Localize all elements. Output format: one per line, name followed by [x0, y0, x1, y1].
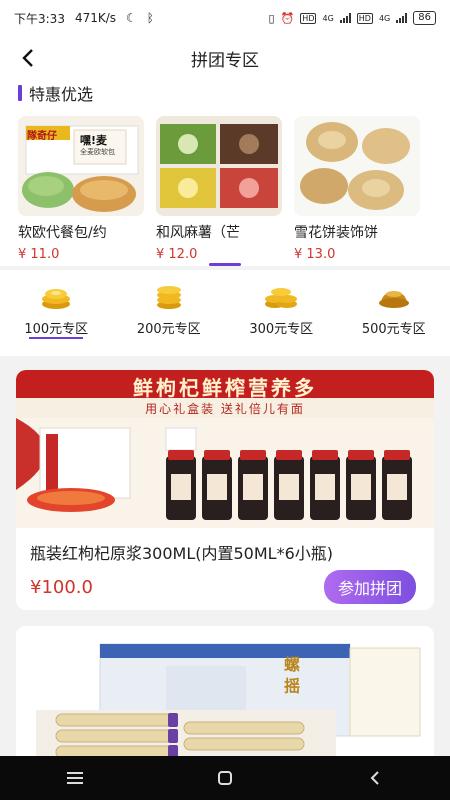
promo-list: 隊奇仔 嘿!麦 全麦欧软包 软欧代餐包/约 ¥ 11.0 和风麻薯（芒 ¥ 12… — [18, 116, 420, 262]
home-square-icon — [218, 771, 232, 785]
tab-200[interactable]: 200元专区 — [113, 270, 226, 356]
hd-badge-1: HD — [300, 12, 317, 24]
product-image — [294, 116, 420, 216]
back-triangle-icon — [370, 771, 379, 785]
promo-price: ¥ 12.0 — [156, 247, 198, 262]
tab-500[interactable]: 500元专区 — [338, 270, 450, 356]
system-back-button[interactable] — [355, 758, 395, 798]
product-card[interactable]: 鲜枸杞鲜榨营养多 用心礼盒装 送礼倍儿有面 瓶装红枸杞原浆300ML(内置50M… — [16, 370, 434, 610]
join-group-button[interactable]: 参加拼团 — [323, 570, 416, 604]
chevron-left-icon — [22, 49, 33, 67]
status-bar: 下午3:33 471K/s ☾ ᛒ ▯ ⏰ HD 4G HD 4G 86 — [0, 0, 450, 36]
promo-name: 和风麻薯（芒 — [156, 225, 240, 241]
signal-icon-1 — [339, 13, 351, 23]
product-banner: 鲜枸杞鲜榨营养多 用心礼盒装 送礼倍儿有面 — [16, 370, 434, 528]
product-name: 瓶装红枸杞原浆300ML(内置50ML*6小瓶) — [30, 544, 334, 563]
selected-underline — [29, 337, 84, 339]
network-type-2: 4G — [378, 13, 391, 23]
scroll-indicator — [209, 263, 241, 266]
tier-label: 200元专区 — [136, 322, 201, 337]
network-type-1: 4G — [322, 13, 334, 23]
special-header: 特惠优选 — [18, 82, 93, 104]
status-time: 下午3:33 — [14, 11, 65, 26]
box-text: 螺 摇 — [281, 656, 300, 694]
battery-indicator: 86 — [413, 11, 436, 25]
banner-subtitle: 用心礼盒装 送礼倍儿有面 — [145, 402, 305, 416]
menu-button[interactable] — [55, 758, 95, 798]
moon-icon: ☾ — [126, 11, 137, 25]
badge-text: 嘿!麦 — [80, 134, 108, 147]
promo-price: ¥ 11.0 — [18, 247, 60, 262]
coin-stack-icon — [265, 288, 298, 308]
signal-icon-2 — [396, 13, 408, 23]
hd-badge-2: HD — [356, 12, 373, 24]
badge-subtext: 全麦欧软包 — [80, 148, 115, 156]
promo-name: 雪花饼装饰饼 — [294, 225, 378, 241]
bluetooth-icon: ᛒ — [146, 11, 154, 25]
tier-label: 100元专区 — [24, 322, 89, 337]
system-nav-bar — [0, 756, 450, 800]
promo-price: ¥ 13.0 — [294, 247, 336, 262]
product-image — [156, 116, 282, 216]
coin-stack-icon — [378, 291, 409, 308]
page-title: 拼团专区 — [191, 50, 259, 71]
back-button[interactable] — [14, 44, 42, 72]
product-card[interactable]: 螺 摇 — [16, 626, 434, 766]
promo-item[interactable]: 雪花饼装饰饼 ¥ 13.0 — [294, 116, 420, 262]
home-button[interactable] — [205, 758, 245, 798]
tier-label: 300元专区 — [249, 322, 314, 337]
product-image: 隊奇仔 嘿!麦 全麦欧软包 — [18, 116, 144, 216]
alarm-icon: ⏰ — [280, 11, 295, 25]
tab-300[interactable]: 300元专区 — [225, 270, 338, 356]
menu-icon — [67, 772, 83, 784]
coin-stack-icon — [42, 289, 71, 309]
nav-bar: 拼团专区 — [0, 36, 450, 80]
section-accent-bar — [18, 85, 22, 101]
brand-text: 隊奇仔 — [27, 131, 57, 142]
special-title: 特惠优选 — [29, 85, 94, 104]
promo-item[interactable]: 和风麻薯（芒 ¥ 12.0 — [156, 116, 282, 262]
banner-headline: 鲜枸杞鲜榨营养多 — [133, 376, 317, 400]
tier-tabs: 100元专区 200元专区 300元专区 500元专区 — [0, 270, 450, 356]
network-speed: 471K/s — [74, 11, 117, 25]
tier-label: 500元专区 — [361, 322, 426, 337]
tab-100[interactable]: 100元专区 — [0, 270, 113, 356]
product-banner: 螺 摇 — [16, 626, 434, 766]
vibrate-icon: ▯ — [268, 11, 275, 25]
product-footer: ¥100.0 参加拼团 — [16, 564, 434, 604]
promo-name: 软欧代餐包/约 — [18, 225, 107, 241]
coin-stack-icon — [156, 286, 181, 309]
product-price: ¥100.0 — [30, 576, 93, 598]
promo-item[interactable]: 隊奇仔 嘿!麦 全麦欧软包 软欧代餐包/约 ¥ 11.0 — [18, 116, 144, 262]
